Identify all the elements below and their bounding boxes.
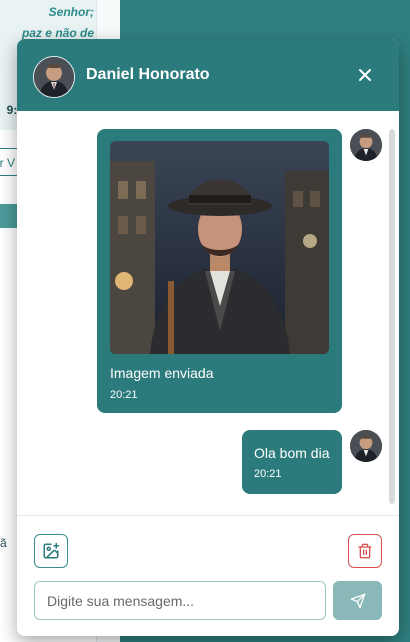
- avatar: [33, 56, 75, 98]
- close-button[interactable]: [353, 63, 377, 87]
- scrollbar[interactable]: [389, 129, 395, 504]
- chat-header: Daniel Honorato: [17, 39, 399, 111]
- avatar: [350, 129, 382, 161]
- chat-title: Daniel Honorato: [86, 66, 210, 83]
- message-list[interactable]: Imagem enviada 20:21 Ola bom dia 20:21: [17, 111, 399, 515]
- message-time: 20:21: [110, 389, 138, 401]
- message-caption: Imagem enviada: [110, 365, 214, 381]
- verse-line: Senhor;: [48, 5, 94, 19]
- chat-window: Daniel Honorato Imagem enviada 20:21 Ola…: [17, 39, 399, 636]
- message-bubble-text: Ola bom dia 20:21: [242, 430, 342, 494]
- send-icon: [350, 593, 365, 608]
- message-bubble-image: Imagem enviada 20:21: [97, 129, 342, 413]
- message-input[interactable]: [34, 581, 326, 620]
- message-time: 20:21: [254, 468, 282, 480]
- send-button[interactable]: [333, 581, 382, 620]
- delete-button[interactable]: [348, 534, 382, 568]
- avatar: [350, 430, 382, 462]
- background-text-fragment: ã: [0, 536, 7, 550]
- trash-icon: [358, 543, 372, 559]
- chat-footer: [17, 515, 399, 636]
- message-text: Ola bom dia: [254, 445, 330, 461]
- sent-image[interactable]: [110, 141, 329, 354]
- image-plus-icon: [43, 542, 60, 559]
- close-icon: [359, 69, 371, 81]
- attach-image-button[interactable]: [34, 534, 68, 568]
